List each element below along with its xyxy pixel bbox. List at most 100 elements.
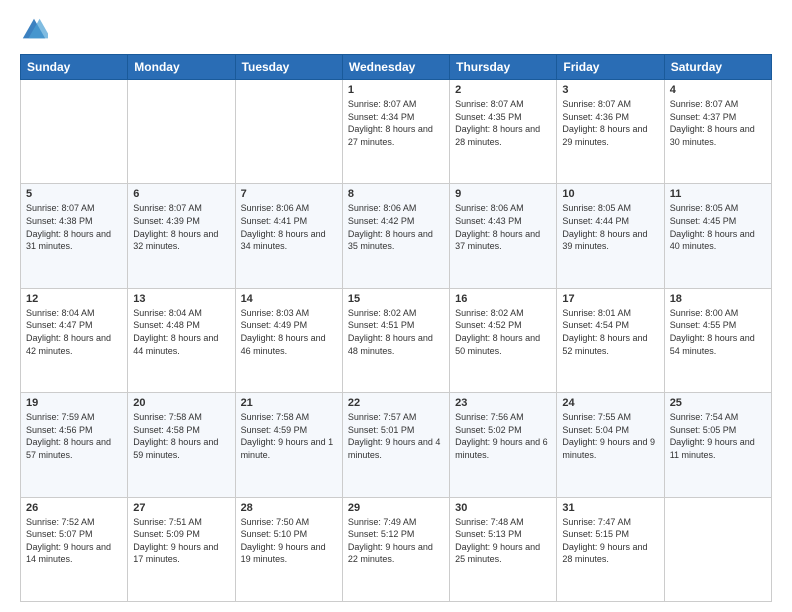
calendar-cell: 28 Sunrise: 7:50 AM Sunset: 5:10 PM Dayli… <box>235 497 342 601</box>
day-info: Sunrise: 7:58 AM Sunset: 4:59 PM Dayligh… <box>241 411 337 461</box>
day-number: 24 <box>562 397 658 409</box>
calendar-week-row: 5 Sunrise: 8:07 AM Sunset: 4:38 PM Daylig… <box>21 184 772 288</box>
weekday-header: Sunday <box>21 55 128 80</box>
calendar-body: 1Sunrise: 8:07 AM Sunset: 4:34 PM Daylig… <box>21 80 772 602</box>
day-info: Sunrise: 7:58 AM Sunset: 4:58 PM Dayligh… <box>133 411 229 461</box>
day-number: 7 <box>241 188 337 200</box>
day-info: Sunrise: 8:07 AM Sunset: 4:35 PM Dayligh… <box>455 98 551 148</box>
day-info: Sunrise: 8:02 AM Sunset: 4:51 PM Dayligh… <box>348 307 444 357</box>
calendar-week-row: 12Sunrise: 8:04 AM Sunset: 4:47 PM Dayli… <box>21 288 772 392</box>
day-info: Sunrise: 7:54 AM Sunset: 5:05 PM Dayligh… <box>670 411 766 461</box>
day-info: Sunrise: 7:55 AM Sunset: 5:04 PM Dayligh… <box>562 411 658 461</box>
day-number: 10 <box>562 188 658 200</box>
day-info: Sunrise: 8:06 AM Sunset: 4:42 PM Dayligh… <box>348 202 444 252</box>
day-number: 26 <box>26 502 122 514</box>
day-number: 6 <box>133 188 229 200</box>
weekday-header: Friday <box>557 55 664 80</box>
day-number: 17 <box>562 293 658 305</box>
calendar-cell <box>21 80 128 184</box>
weekday-header: Saturday <box>664 55 771 80</box>
calendar-cell: 15 Sunrise: 8:02 AM Sunset: 4:51 PM Dayli… <box>342 288 449 392</box>
day-info: Sunrise: 7:49 AM Sunset: 5:12 PM Dayligh… <box>348 516 444 566</box>
calendar-cell <box>235 80 342 184</box>
calendar-week-row: 19 Sunrise: 7:59 AM Sunset: 4:56 PM Dayli… <box>21 393 772 497</box>
calendar-cell: 30 Sunrise: 7:48 AM Sunset: 5:13 PM Dayli… <box>450 497 557 601</box>
day-number: 9 <box>455 188 551 200</box>
day-number: 3 <box>562 84 658 96</box>
calendar-cell: 26 Sunrise: 7:52 AM Sunset: 5:07 PM Dayli… <box>21 497 128 601</box>
calendar-cell: 19 Sunrise: 7:59 AM Sunset: 4:56 PM Dayli… <box>21 393 128 497</box>
weekday-row: SundayMondayTuesdayWednesdayThursdayFrid… <box>21 55 772 80</box>
day-info: Sunrise: 8:02 AM Sunset: 4:52 PM Dayligh… <box>455 307 551 357</box>
day-info: Sunrise: 7:52 AM Sunset: 5:07 PM Dayligh… <box>26 516 122 566</box>
day-info: Sunrise: 7:59 AM Sunset: 4:56 PM Dayligh… <box>26 411 122 461</box>
day-info: Sunrise: 7:47 AM Sunset: 5:15 PM Dayligh… <box>562 516 658 566</box>
day-number: 25 <box>670 397 766 409</box>
calendar-week-row: 1Sunrise: 8:07 AM Sunset: 4:34 PM Daylig… <box>21 80 772 184</box>
day-number: 14 <box>241 293 337 305</box>
calendar-cell: 13Sunrise: 8:04 AM Sunset: 4:48 PM Dayli… <box>128 288 235 392</box>
day-info: Sunrise: 8:01 AM Sunset: 4:54 PM Dayligh… <box>562 307 658 357</box>
weekday-header: Thursday <box>450 55 557 80</box>
day-info: Sunrise: 7:51 AM Sunset: 5:09 PM Dayligh… <box>133 516 229 566</box>
day-info: Sunrise: 7:57 AM Sunset: 5:01 PM Dayligh… <box>348 411 444 461</box>
header <box>20 16 772 44</box>
day-number: 27 <box>133 502 229 514</box>
day-number: 20 <box>133 397 229 409</box>
day-number: 23 <box>455 397 551 409</box>
calendar-cell: 16 Sunrise: 8:02 AM Sunset: 4:52 PM Dayli… <box>450 288 557 392</box>
calendar-cell: 21 Sunrise: 7:58 AM Sunset: 4:59 PM Dayli… <box>235 393 342 497</box>
calendar-cell: 9 Sunrise: 8:06 AM Sunset: 4:43 PM Daylig… <box>450 184 557 288</box>
day-number: 21 <box>241 397 337 409</box>
day-info: Sunrise: 8:04 AM Sunset: 4:48 PM Dayligh… <box>133 307 229 357</box>
weekday-header: Monday <box>128 55 235 80</box>
day-number: 12 <box>26 293 122 305</box>
calendar-cell: 4Sunrise: 8:07 AM Sunset: 4:37 PM Daylig… <box>664 80 771 184</box>
day-info: Sunrise: 8:07 AM Sunset: 4:39 PM Dayligh… <box>133 202 229 252</box>
calendar-cell: 17 Sunrise: 8:01 AM Sunset: 4:54 PM Dayli… <box>557 288 664 392</box>
calendar-cell: 8 Sunrise: 8:06 AM Sunset: 4:42 PM Daylig… <box>342 184 449 288</box>
day-number: 2 <box>455 84 551 96</box>
calendar-cell: 7 Sunrise: 8:06 AM Sunset: 4:41 PM Daylig… <box>235 184 342 288</box>
calendar-cell: 5 Sunrise: 8:07 AM Sunset: 4:38 PM Daylig… <box>21 184 128 288</box>
day-number: 15 <box>348 293 444 305</box>
day-info: Sunrise: 7:48 AM Sunset: 5:13 PM Dayligh… <box>455 516 551 566</box>
day-info: Sunrise: 8:07 AM Sunset: 4:36 PM Dayligh… <box>562 98 658 148</box>
day-number: 8 <box>348 188 444 200</box>
calendar-cell: 25 Sunrise: 7:54 AM Sunset: 5:05 PM Dayli… <box>664 393 771 497</box>
weekday-header: Wednesday <box>342 55 449 80</box>
calendar-cell: 23 Sunrise: 7:56 AM Sunset: 5:02 PM Dayli… <box>450 393 557 497</box>
day-number: 28 <box>241 502 337 514</box>
day-info: Sunrise: 8:00 AM Sunset: 4:55 PM Dayligh… <box>670 307 766 357</box>
day-info: Sunrise: 8:06 AM Sunset: 4:41 PM Dayligh… <box>241 202 337 252</box>
calendar-cell: 12Sunrise: 8:04 AM Sunset: 4:47 PM Dayli… <box>21 288 128 392</box>
logo <box>20 16 52 44</box>
day-info: Sunrise: 8:06 AM Sunset: 4:43 PM Dayligh… <box>455 202 551 252</box>
calendar-header: SundayMondayTuesdayWednesdayThursdayFrid… <box>21 55 772 80</box>
calendar-cell: 3 Sunrise: 8:07 AM Sunset: 4:36 PM Daylig… <box>557 80 664 184</box>
day-number: 5 <box>26 188 122 200</box>
day-info: Sunrise: 7:56 AM Sunset: 5:02 PM Dayligh… <box>455 411 551 461</box>
calendar-cell: 24 Sunrise: 7:55 AM Sunset: 5:04 PM Dayli… <box>557 393 664 497</box>
day-number: 11 <box>670 188 766 200</box>
calendar-cell <box>664 497 771 601</box>
calendar-cell <box>128 80 235 184</box>
day-number: 19 <box>26 397 122 409</box>
calendar: SundayMondayTuesdayWednesdayThursdayFrid… <box>20 54 772 602</box>
calendar-cell: 31 Sunrise: 7:47 AM Sunset: 5:15 PM Dayli… <box>557 497 664 601</box>
day-number: 4 <box>670 84 766 96</box>
day-number: 31 <box>562 502 658 514</box>
calendar-cell: 2 Sunrise: 8:07 AM Sunset: 4:35 PM Daylig… <box>450 80 557 184</box>
day-info: Sunrise: 8:07 AM Sunset: 4:38 PM Dayligh… <box>26 202 122 252</box>
page: SundayMondayTuesdayWednesdayThursdayFrid… <box>0 0 792 612</box>
day-number: 29 <box>348 502 444 514</box>
day-info: Sunrise: 8:05 AM Sunset: 4:45 PM Dayligh… <box>670 202 766 252</box>
calendar-cell: 1Sunrise: 8:07 AM Sunset: 4:34 PM Daylig… <box>342 80 449 184</box>
calendar-cell: 29 Sunrise: 7:49 AM Sunset: 5:12 PM Dayli… <box>342 497 449 601</box>
day-info: Sunrise: 8:07 AM Sunset: 4:34 PM Dayligh… <box>348 98 444 148</box>
day-info: Sunrise: 7:50 AM Sunset: 5:10 PM Dayligh… <box>241 516 337 566</box>
calendar-cell: 6 Sunrise: 8:07 AM Sunset: 4:39 PM Daylig… <box>128 184 235 288</box>
day-info: Sunrise: 8:03 AM Sunset: 4:49 PM Dayligh… <box>241 307 337 357</box>
day-number: 30 <box>455 502 551 514</box>
day-number: 16 <box>455 293 551 305</box>
